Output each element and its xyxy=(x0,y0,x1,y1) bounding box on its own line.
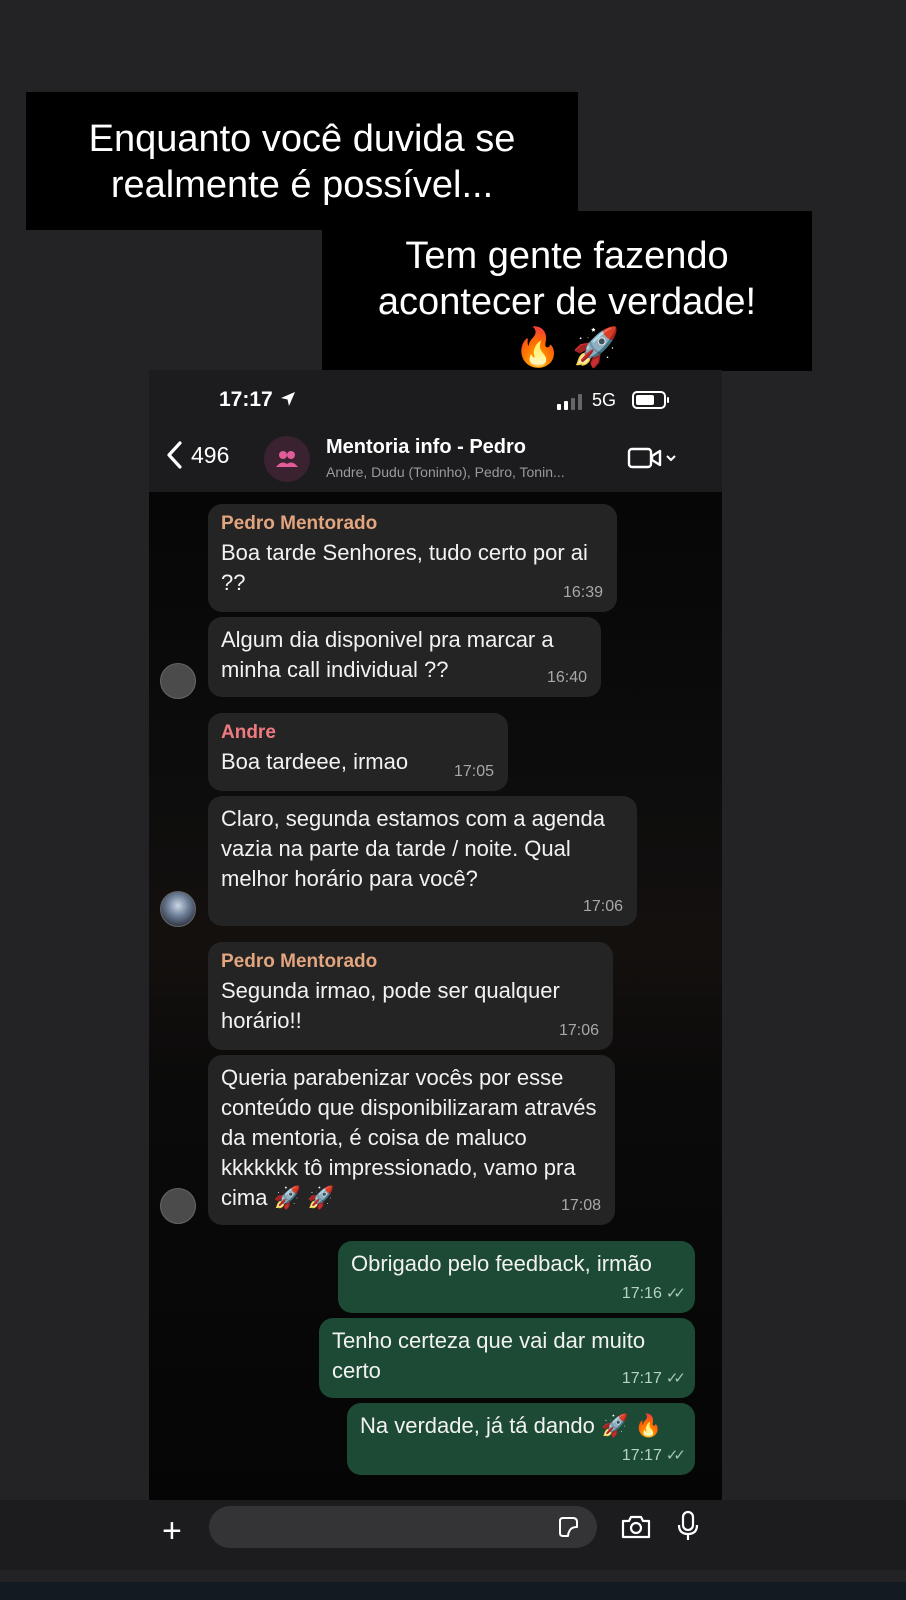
chevron-left-icon xyxy=(167,441,182,469)
microphone-icon[interactable] xyxy=(676,1510,700,1546)
message-time: 17:17 ✓✓ xyxy=(622,1364,686,1394)
message-sender: Andre xyxy=(221,722,276,743)
double-check-icon: ✓✓ xyxy=(665,1447,686,1464)
message-bubble[interactable]: Algum dia disponivel pra marcar a minha … xyxy=(208,617,601,697)
sticker-icon[interactable] xyxy=(556,1515,580,1543)
message-text: Claro, segunda estamos com a agenda vazi… xyxy=(221,806,606,891)
message-text: Boa tarde Senhores, tudo certo por ai ?? xyxy=(221,540,588,595)
message-input[interactable] xyxy=(209,1506,597,1548)
back-button[interactable]: 496 xyxy=(165,440,229,470)
status-time: 17:17 xyxy=(219,388,273,411)
video-call-button[interactable] xyxy=(627,446,677,470)
avatar[interactable] xyxy=(160,891,196,927)
message-time: 17:16 ✓✓ xyxy=(622,1279,686,1309)
story-caption-bottom: Tem gente fazendo acontecer de verdade! … xyxy=(322,211,812,371)
story-caption-top: Enquanto você duvida se realmente é poss… xyxy=(26,92,578,230)
double-check-icon: ✓✓ xyxy=(665,1285,686,1302)
group-avatar[interactable] xyxy=(264,436,310,482)
composer-bar: + xyxy=(0,1500,906,1570)
avatar[interactable] xyxy=(160,663,196,699)
phone-screenshot: 17:17 5G 496 Mentoria info - Pedro Andre… xyxy=(149,370,722,1500)
message-time: 17:05 xyxy=(453,763,494,780)
message-bubble[interactable]: Queria parabenizar vocês por esse conteú… xyxy=(208,1055,615,1225)
camera-icon[interactable] xyxy=(620,1514,652,1544)
message-text: Obrigado pelo feedback, irmão xyxy=(351,1251,652,1276)
message-sender: Pedro Mentorado xyxy=(221,513,378,534)
video-call-icon xyxy=(627,447,662,469)
message-bubble[interactable]: Tenho certeza que vai dar muito certo 17… xyxy=(319,1318,695,1398)
message-time: 17:06 xyxy=(582,898,623,915)
message-text: Na verdade, já tá dando 🚀 🔥 xyxy=(360,1413,662,1438)
location-arrow-icon xyxy=(279,390,297,412)
chat-header: 496 Mentoria info - Pedro Andre, Dudu (T… xyxy=(149,432,722,492)
message-bubble[interactable]: Na verdade, já tá dando 🚀 🔥 17:17 ✓✓ xyxy=(347,1403,695,1475)
status-bar: 17:17 5G xyxy=(149,370,722,432)
double-check-icon: ✓✓ xyxy=(665,1370,686,1387)
message-text: Algum dia disponivel pra marcar a minha … xyxy=(221,627,554,682)
message-text: Queria parabenizar vocês por esse conteú… xyxy=(221,1065,597,1210)
group-icon xyxy=(276,451,298,467)
message-time: 16:39 xyxy=(562,584,603,601)
battery-icon xyxy=(632,391,669,409)
unread-count: 496 xyxy=(191,441,230,468)
message-bubble[interactable]: Claro, segunda estamos com a agenda vazi… xyxy=(208,796,637,926)
avatar[interactable] xyxy=(160,1188,196,1224)
chat-members: Andre, Dudu (Toninho), Pedro, Tonin... xyxy=(326,464,565,480)
chat-title[interactable]: Mentoria info - Pedro xyxy=(326,436,526,459)
message-time: 17:08 xyxy=(560,1197,601,1214)
message-bubble[interactable]: Andre Boa tardeee, irmao 17:05 xyxy=(208,713,508,791)
network-label: 5G xyxy=(592,390,617,410)
message-list[interactable]: Pedro Mentorado Boa tarde Senhores, tudo… xyxy=(149,492,722,1500)
message-sender: Pedro Mentorado xyxy=(221,951,378,972)
bottom-edge xyxy=(0,1582,906,1600)
plus-icon[interactable]: + xyxy=(162,1512,182,1551)
message-bubble[interactable]: Pedro Mentorado Segunda irmao, pode ser … xyxy=(208,942,613,1050)
message-time: 17:06 xyxy=(558,1022,599,1039)
signal-icon xyxy=(557,394,582,410)
message-text: Segunda irmao, pode ser qualquer horário… xyxy=(221,978,560,1033)
message-time: 16:40 xyxy=(546,669,587,686)
message-time: 17:17 ✓✓ xyxy=(622,1441,686,1471)
message-bubble[interactable]: Obrigado pelo feedback, irmão 17:16 ✓✓ xyxy=(338,1241,695,1313)
chevron-down-icon xyxy=(666,455,676,462)
message-bubble[interactable]: Pedro Mentorado Boa tarde Senhores, tudo… xyxy=(208,504,617,612)
